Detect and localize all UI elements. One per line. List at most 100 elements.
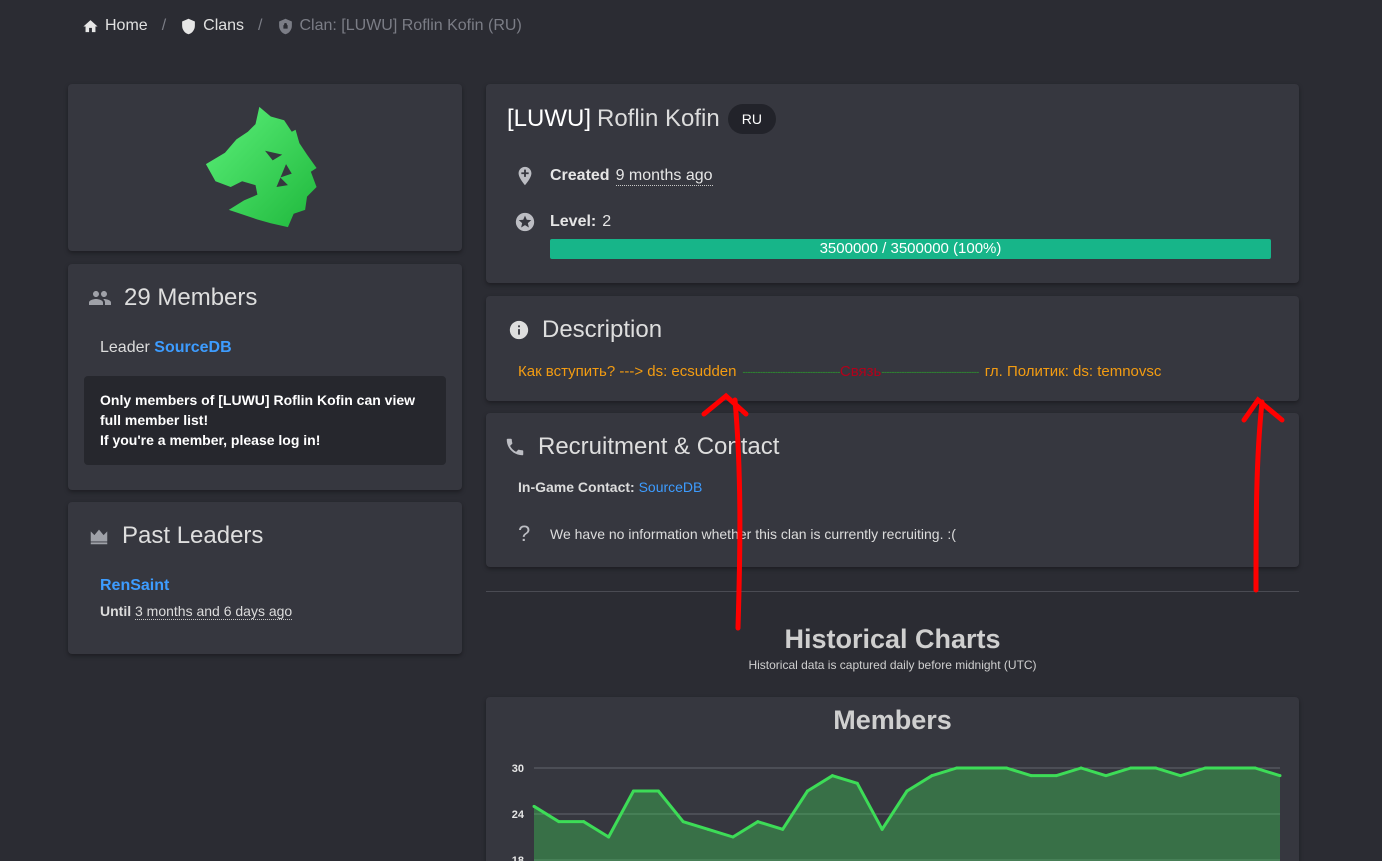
people-icon [89,291,111,305]
location-plus-icon [518,166,532,186]
chart-point[interactable] [532,804,536,808]
description-middle: Связь [839,363,882,380]
contact-link[interactable]: SourceDB [639,479,703,495]
chart-point[interactable] [930,774,934,778]
clan-logo [205,106,317,228]
description-dash-left: --------------------------------------- [742,366,841,377]
past-leaders-title: Past Leaders [88,522,263,550]
level-row: Level: 2 [514,211,611,233]
contact-label: In-Game Contact: [518,479,635,495]
breadcrumb-clans-label: Clans [203,17,245,34]
chart-point[interactable] [706,827,710,831]
recruitment-label: Recruitment & Contact [538,433,780,460]
past-leaders-card: Past Leaders RenSaint Until 3 months and… [68,502,462,654]
shield-icon [182,18,196,34]
chart-point[interactable] [1029,774,1033,778]
breadcrumb-separator: / [258,17,263,34]
level-progress-bar: 3500000 / 3500000 (100%) [550,239,1271,259]
member-list-notice: Only members of [LUWU] Roflin Kofin can … [84,376,446,465]
chart-area [534,768,1280,861]
notice-line-1: Only members of [LUWU] Roflin Kofin can … [100,392,416,428]
chart-point[interactable] [1253,766,1257,770]
members-chart: 30 24 18 [512,763,1282,861]
chart-point[interactable] [656,789,660,793]
description-text: Как вступить? ---> ds: ecsudden --------… [518,363,1288,380]
recruitment-card: Recruitment & Contact In-Game Contact: S… [486,413,1299,567]
chart-point[interactable] [1004,766,1008,770]
clan-heading: [LUWU] Roflin Kofin RU [507,104,776,134]
recruiting-status-row: ? We have no information whether this cl… [518,521,956,547]
crown-icon [90,529,108,545]
description-card: Description Как вступить? ---> ds: ecsud… [486,296,1299,401]
chart-point[interactable] [1203,766,1207,770]
chart-point[interactable] [1104,774,1108,778]
chart-point[interactable] [1228,766,1232,770]
leader-row: Leader SourceDB [100,339,232,357]
breadcrumb: Home / Clans / Clan: [LUWU] Roflin Kofin… [82,17,522,35]
level-label: Level: [550,213,597,230]
historical-charts-subtitle: Historical data is captured daily before… [748,658,1037,672]
past-leader-link[interactable]: RenSaint [100,577,169,595]
historical-charts-title: Historical Charts [784,624,1001,654]
chart-point[interactable] [1179,774,1183,778]
until-label: Until [100,603,132,619]
phone-icon [506,438,524,456]
chart-point[interactable] [1054,774,1058,778]
info-icon [509,320,529,340]
leader-link[interactable]: SourceDB [154,339,231,356]
chart-point[interactable] [781,827,785,831]
chart-point[interactable] [806,789,810,793]
created-label: Created [550,167,610,184]
until-value: 3 months and 6 days ago [135,603,293,620]
past-leader-until: Until 3 months and 6 days ago [100,603,293,620]
description-part-2: гл. Политик: ds: temnovsc [984,363,1162,380]
clan-header-card: [LUWU] Roflin Kofin RU Created 9 months … [486,84,1299,283]
description-dash-right: --------------------------------------- [881,366,979,377]
clan-tag: [LUWU] [507,105,591,132]
chart-point[interactable] [607,835,611,839]
chart-point[interactable] [905,789,909,793]
recruiting-status-text: We have no information whether this clan… [550,526,956,542]
region-badge: RU [727,104,776,134]
chart-point[interactable] [631,789,635,793]
breadcrumb-separator: / [161,17,167,34]
chart-point[interactable] [1278,774,1282,778]
chart-point[interactable] [756,820,760,824]
chart-point[interactable] [980,766,984,770]
members-card: 29 Members Leader SourceDB Only members … [68,264,462,490]
breadcrumb-current: Clan: [LUWU] Roflin Kofin (RU) [277,17,522,35]
description-title: Description [508,316,662,344]
breadcrumb-clans[interactable]: Clans [180,17,244,35]
members-count: 29 Members [124,284,258,311]
description-part-1: Как вступить? ---> ds: ecsudden [518,363,737,380]
chart-point[interactable] [855,781,859,785]
chart-point[interactable] [557,820,561,824]
breadcrumb-home[interactable]: Home [82,17,148,35]
question-icon: ? [518,521,531,546]
chart-point[interactable] [1079,766,1083,770]
members-chart-card: Members 30 24 18 [486,697,1299,861]
shield-lock-icon [278,18,292,34]
chart-point[interactable] [830,774,834,778]
chart-point[interactable] [880,827,884,831]
chart-point[interactable] [681,820,685,824]
chart-point[interactable] [731,835,735,839]
star-circle-icon [515,212,535,232]
notice-line-2: If you're a member, please log in! [100,432,321,448]
chart-point[interactable] [582,820,586,824]
created-value: 9 months ago [615,166,713,186]
past-leaders-label: Past Leaders [122,522,264,549]
recruitment-title: Recruitment & Contact [504,433,779,461]
section-divider [486,591,1299,592]
chart-point[interactable] [955,766,959,770]
breadcrumb-home-label: Home [105,17,148,34]
chart-point[interactable] [1154,766,1158,770]
chart-y-tick: 24 [512,809,525,821]
chart-y-tick: 18 [512,855,524,861]
members-title: 29 Members [88,284,257,312]
contact-row: In-Game Contact: SourceDB [518,479,702,495]
level-value: 2 [602,213,612,230]
chart-point[interactable] [1129,766,1133,770]
description-label: Description [542,316,663,343]
clan-name: Roflin Kofin [597,105,720,132]
